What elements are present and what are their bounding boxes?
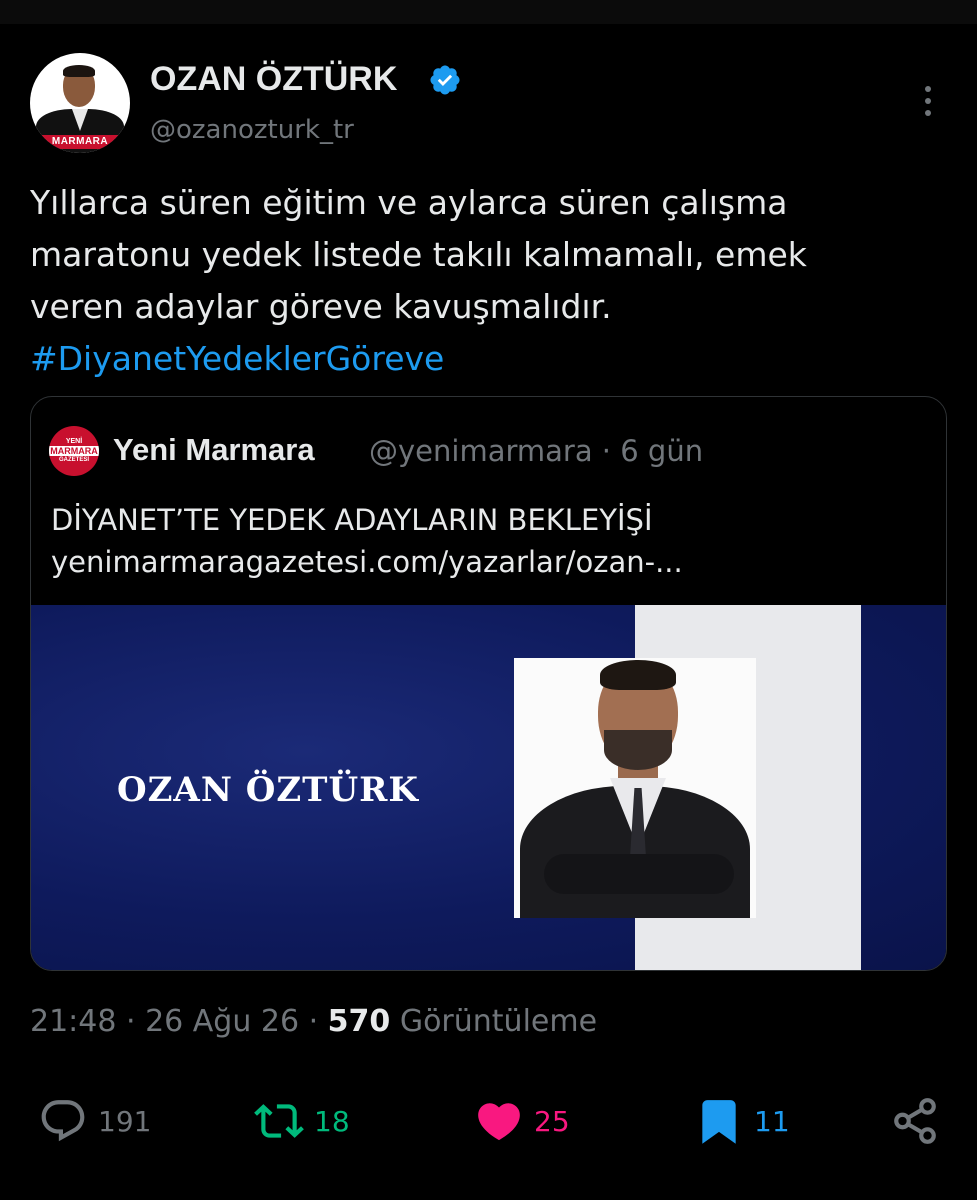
quoted-title: DİYANET’TE YEDEK ADAYLARIN BEKLEYİŞİ xyxy=(51,503,653,537)
tweet-text: Yıllarca süren eğitim ve aylarca süren ç… xyxy=(30,177,950,385)
reply-icon xyxy=(41,1100,85,1142)
author-photo xyxy=(514,658,756,918)
status-bar-strip xyxy=(0,0,977,24)
verified-badge-icon xyxy=(430,65,460,95)
like-count: 25 xyxy=(534,1104,570,1138)
quoted-media-image[interactable]: OZAN ÖZTÜRK xyxy=(31,605,946,970)
views-label: Görüntüleme xyxy=(390,1004,598,1039)
bookmark-icon xyxy=(702,1100,736,1144)
tweet-meta: 21:48 · 26 Ağu 26 · 570 Görüntüleme xyxy=(30,1004,597,1039)
author-handle[interactable]: @ozanozturk_tr xyxy=(150,115,354,145)
image-caption-name: OZAN ÖZTÜRK xyxy=(117,770,419,810)
share-button[interactable] xyxy=(890,1096,940,1146)
avatar-brand-label: MARMARA xyxy=(42,135,118,149)
more-icon[interactable] xyxy=(918,86,938,122)
author-name[interactable]: OZAN ÖZTÜRK xyxy=(150,60,397,99)
quoted-avatar[interactable]: YENİ MARMARA GAZETESİ xyxy=(49,426,99,476)
tweet-line: Yıllarca süren eğitim ve aylarca süren ç… xyxy=(30,183,788,222)
reply-count: 191 xyxy=(98,1104,152,1138)
like-icon xyxy=(478,1103,520,1141)
retweet-count: 18 xyxy=(314,1104,350,1138)
reply-button[interactable]: 191 xyxy=(38,1096,151,1146)
avatar[interactable]: MARMARA xyxy=(30,53,130,153)
bookmark-button[interactable]: 11 xyxy=(694,1096,790,1146)
like-button[interactable]: 25 xyxy=(474,1096,570,1146)
views-count: 570 xyxy=(327,1004,391,1039)
timestamp[interactable]: 21:48 · 26 Ağu 26 · xyxy=(30,1004,328,1039)
retweet-button[interactable]: 18 xyxy=(254,1096,350,1146)
quoted-tweet-card[interactable]: YENİ MARMARA GAZETESİ Yeni Marmara @yeni… xyxy=(30,396,947,971)
share-icon xyxy=(894,1098,936,1144)
hashtag-link[interactable]: #DiyanetYedeklerGöreve xyxy=(30,333,950,385)
quoted-handle-time: @yenimarmara · 6 gün xyxy=(369,434,704,468)
bookmark-count: 11 xyxy=(754,1104,790,1138)
tweet-line: veren adaylar göreve kavuşmalıdır. xyxy=(30,287,612,326)
tweet-line: maratonu yedek listede takılı kalmamalı,… xyxy=(30,235,807,274)
quoted-author-name[interactable]: Yeni Marmara xyxy=(113,432,315,468)
retweet-icon xyxy=(254,1104,304,1138)
quoted-link[interactable]: yenimarmaragazetesi.com/yazarlar/ozan-..… xyxy=(51,545,683,579)
